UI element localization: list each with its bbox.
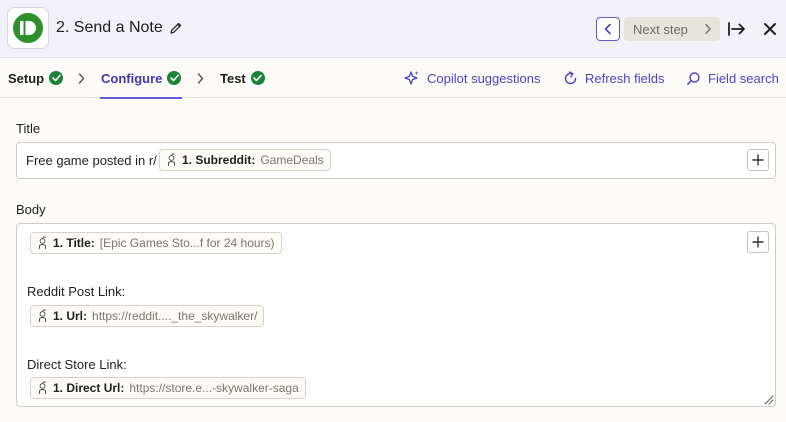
title-field-label: Title <box>16 121 41 136</box>
body-field-label: Body <box>16 202 46 217</box>
resize-handle-icon[interactable] <box>762 393 774 405</box>
title-input[interactable]: Free game posted in r/ 1. Subreddit: Gam… <box>16 142 776 179</box>
app-logo <box>7 7 49 49</box>
pill-field-value: https://store.e...-skywalker-saga <box>129 381 299 395</box>
check-circle-icon <box>167 71 182 85</box>
next-step-button[interactable]: Next step <box>624 17 720 41</box>
subreddit-field-pill[interactable]: 1. Subreddit: GameDeals <box>159 149 331 171</box>
refresh-icon <box>564 70 577 84</box>
reddit-icon <box>166 153 177 167</box>
title-field-pill[interactable]: 1. Title: [Epic Games Sto...f for 24 hou… <box>30 232 282 254</box>
insert-data-button[interactable] <box>747 231 769 253</box>
check-circle-icon <box>250 71 265 85</box>
step-header: 2. Send a Note Next step <box>0 0 786 58</box>
chevron-right-icon <box>705 23 711 35</box>
tab-configure[interactable]: Configure <box>99 58 183 99</box>
reddit-link-text: Reddit Post Link: <box>27 284 126 299</box>
previous-step-button[interactable] <box>596 17 620 41</box>
check-circle-icon <box>49 71 64 85</box>
sparkle-icon <box>404 71 419 85</box>
refresh-fields-label: Refresh fields <box>585 70 665 86</box>
pill-field-name: 1. Url: <box>53 309 88 323</box>
pill-field-value: [Epic Games Sto...f for 24 hours) <box>99 236 275 250</box>
tab-setup[interactable]: Setup <box>8 58 64 98</box>
step-title-text: 2. Send a Note <box>56 19 163 36</box>
insert-data-button[interactable] <box>747 149 769 171</box>
title-static-text: Free game posted in r/ <box>26 153 157 168</box>
search-icon <box>687 71 700 85</box>
chevron-left-icon <box>604 23 611 35</box>
pill-field-name: 1. Subreddit: <box>182 153 256 167</box>
pill-field-value: GameDeals <box>260 153 324 167</box>
plus-icon <box>752 236 764 248</box>
copilot-suggestions-button[interactable]: Copilot suggestions <box>403 58 540 98</box>
store-link-text: Direct Store Link: <box>27 357 127 372</box>
close-button[interactable] <box>760 18 780 40</box>
pill-field-value: https://reddit...._the_skywalker/ <box>92 309 258 323</box>
pencil-icon[interactable] <box>169 21 183 35</box>
body-textarea[interactable]: 1. Title: [Epic Games Sto...f for 24 hou… <box>16 223 776 407</box>
tab-test[interactable]: Test <box>220 58 265 98</box>
step-title[interactable]: 2. Send a Note <box>56 19 183 37</box>
plus-icon <box>752 154 764 166</box>
tab-setup-label: Setup <box>8 70 45 86</box>
pill-field-name: 1. Direct Url: <box>53 381 125 395</box>
direct-url-field-pill[interactable]: 1. Direct Url: https://store.e...-skywal… <box>30 377 306 399</box>
reddit-icon <box>37 236 48 250</box>
copilot-suggestions-label: Copilot suggestions <box>427 70 541 86</box>
chevron-right-icon <box>195 71 205 85</box>
refresh-fields-button[interactable]: Refresh fields <box>563 58 664 98</box>
url-field-pill[interactable]: 1. Url: https://reddit...._the_skywalker… <box>30 305 265 327</box>
field-search-label: Field search <box>708 70 779 86</box>
collapse-panel-button[interactable] <box>726 18 748 40</box>
reddit-icon <box>37 381 48 395</box>
next-step-label: Next step <box>633 21 688 37</box>
pushbullet-icon <box>13 13 43 43</box>
reddit-icon <box>37 309 48 323</box>
tab-test-label: Test <box>220 70 246 86</box>
arrow-to-right-icon <box>728 22 745 36</box>
chevron-right-icon <box>76 71 86 85</box>
close-icon <box>764 23 776 35</box>
step-tabs: Setup Configure Test Copilot suggestions… <box>0 58 786 99</box>
field-search-button[interactable]: Field search <box>686 58 779 98</box>
tab-configure-label: Configure <box>101 70 163 86</box>
pill-field-name: 1. Title: <box>53 236 95 250</box>
